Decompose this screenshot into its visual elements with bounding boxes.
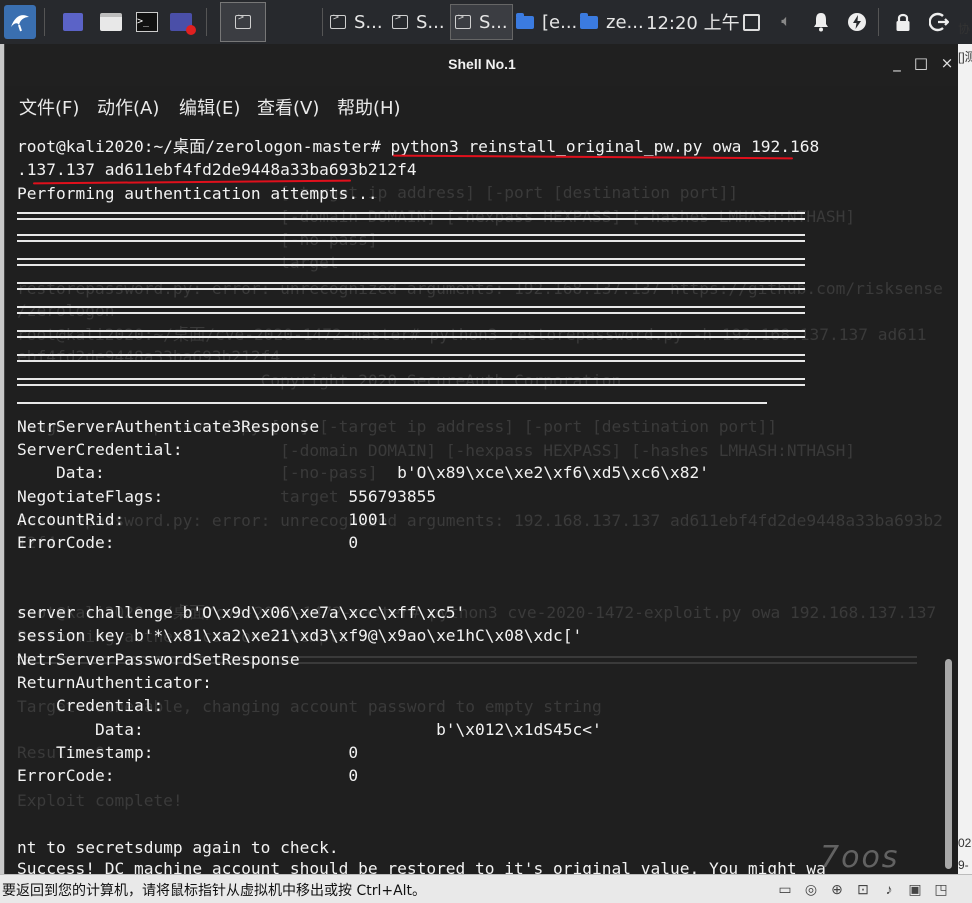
panel-separator bbox=[206, 8, 207, 36]
terminal-icon bbox=[392, 12, 408, 29]
fullscreen-icon[interactable]: ◳ bbox=[932, 880, 950, 898]
output-line: Performing authentication attempts... bbox=[17, 184, 378, 203]
maximize-button[interactable]: □ bbox=[911, 54, 931, 76]
output-line: NegotiateFlags: 556793855 bbox=[17, 487, 437, 506]
lock-icon bbox=[890, 9, 916, 35]
folder-icon bbox=[580, 12, 598, 29]
window-icon bbox=[738, 9, 764, 35]
terminal-icon bbox=[455, 12, 471, 29]
taskbar-item-folder-2[interactable]: ze... bbox=[580, 4, 644, 40]
output-line: AccountRid: 1001 bbox=[17, 510, 388, 529]
background-window-edge bbox=[958, 44, 972, 874]
output-line: session key b'*\x81\xa2\xe21\xd3\xf9@\x9… bbox=[17, 626, 583, 645]
speaker-icon: 🔈︎ bbox=[781, 13, 791, 30]
watermark-logo: 7oos bbox=[820, 840, 900, 875]
terminal-launcher[interactable]: >_ bbox=[134, 0, 160, 44]
taskbar-item-folder-1[interactable]: [e... bbox=[516, 4, 577, 40]
usb-icon[interactable]: ⊡ bbox=[854, 880, 872, 898]
display-icon[interactable]: ▣ bbox=[906, 880, 924, 898]
sound-icon[interactable]: ♪ bbox=[880, 880, 898, 898]
menu-view[interactable]: 查看(V) bbox=[257, 94, 319, 120]
output-line: Timestamp: 0 bbox=[17, 743, 359, 762]
cd-rom-icon[interactable]: ◎ bbox=[802, 880, 820, 898]
panel-separator bbox=[878, 8, 879, 36]
menu-file[interactable]: 文件(F) bbox=[19, 94, 79, 120]
window-titlebar[interactable]: Shell No.1 _ □ × bbox=[5, 44, 959, 86]
terminal-icon bbox=[330, 12, 346, 29]
terminal-output[interactable]: [-target ip address] [-port [destination… bbox=[5, 134, 945, 874]
output-line: ServerCredential: bbox=[17, 440, 183, 459]
recorder-icon bbox=[168, 9, 196, 35]
volume-button[interactable]: 🔈︎ bbox=[773, 0, 799, 44]
output-line: ErrorCode: 0 bbox=[17, 766, 359, 785]
separator-rule bbox=[17, 234, 805, 242]
separator-rule bbox=[17, 258, 805, 266]
lightning-icon bbox=[844, 9, 870, 35]
power-manager-button[interactable] bbox=[844, 0, 870, 44]
file-manager-launcher[interactable] bbox=[98, 0, 124, 44]
taskbar-item-shell-3[interactable]: S... bbox=[450, 4, 513, 40]
folder-icon bbox=[98, 9, 124, 35]
taskbar-item-shell-1[interactable]: S... bbox=[330, 4, 383, 40]
menu-edit[interactable]: 编辑(E) bbox=[179, 94, 240, 120]
bell-icon bbox=[808, 9, 834, 35]
network-icon[interactable]: ⊕ bbox=[828, 880, 846, 898]
output-line: Data: b'O\x89\xce\xe2\xf6\xd5\xc6\x82' bbox=[17, 463, 709, 482]
vm-status-bar: 要返回到您的计算机，请将鼠标指针从虚拟机中移出或按 Ctrl+Alt。 ▭ ◎ … bbox=[0, 874, 972, 903]
workspace-button[interactable] bbox=[738, 0, 764, 44]
output-line: server challenge b'O\x9d\x06\xe7a\xcc\xf… bbox=[17, 603, 466, 622]
show-desktop-button[interactable] bbox=[60, 0, 86, 44]
edge-text: 协 bbox=[958, 22, 971, 36]
lock-screen-button[interactable] bbox=[890, 0, 916, 44]
notifications-button[interactable] bbox=[808, 0, 834, 44]
panel-separator bbox=[322, 8, 323, 36]
status-message: 要返回到您的计算机，请将鼠标指针从虚拟机中移出或按 Ctrl+Alt。 bbox=[2, 883, 427, 899]
folder-icon bbox=[516, 12, 534, 29]
hard-disk-icon[interactable]: ▭ bbox=[776, 880, 794, 898]
logout-button[interactable] bbox=[926, 0, 952, 44]
screen-recorder-launcher[interactable] bbox=[168, 0, 196, 44]
separator-rule bbox=[17, 378, 805, 386]
ghost-line: Exploit complete! bbox=[17, 791, 183, 810]
separator-rule bbox=[17, 402, 767, 405]
clock[interactable]: 12:20 上午 bbox=[646, 4, 740, 40]
close-button[interactable]: × bbox=[937, 54, 957, 76]
kali-dragon-icon bbox=[4, 5, 36, 39]
output-line: Data: b'\x012\x1dS45c<' bbox=[17, 720, 602, 739]
terminal-icon: >_ bbox=[134, 9, 160, 35]
separator-rule bbox=[17, 212, 805, 220]
output-line: ReturnAuthenticator: bbox=[17, 673, 212, 692]
success-line-2: nt to secretsdump again to check. bbox=[17, 838, 339, 857]
command-line-2: .137.137 ad611ebf4fd2de9448a33ba693b212f… bbox=[17, 160, 417, 179]
active-terminal-task[interactable] bbox=[220, 0, 266, 44]
window-title: Shell No.1 bbox=[448, 56, 516, 72]
menu-actions[interactable]: 动作(A) bbox=[97, 94, 159, 120]
logout-icon bbox=[926, 9, 952, 35]
success-line-1: Success! DC machine account should be re… bbox=[17, 859, 826, 874]
terminal-icon bbox=[220, 2, 266, 42]
separator-rule bbox=[17, 354, 805, 362]
top-panel: >_ S... S... S... [e... ze... 12:20 上午 🔈… bbox=[0, 0, 972, 44]
output-line: Credential: bbox=[17, 696, 164, 715]
output-line: NetrServerAuthenticate3Response bbox=[17, 417, 320, 436]
separator-rule bbox=[17, 330, 805, 338]
separator-rule bbox=[17, 282, 805, 290]
edge-text: []测 bbox=[958, 50, 972, 64]
minimize-button[interactable]: _ bbox=[887, 54, 907, 76]
panel-separator bbox=[44, 8, 45, 36]
taskbar-item-shell-2[interactable]: S... bbox=[392, 4, 445, 40]
menu-help[interactable]: 帮助(H) bbox=[337, 94, 401, 120]
output-line: NetrServerPasswordSetResponse bbox=[17, 650, 300, 669]
desktop-icon bbox=[60, 9, 86, 35]
separator-rule bbox=[17, 306, 805, 314]
menu-bar: 文件(F) 动作(A) 编辑(E) 查看(V) 帮助(H) bbox=[5, 86, 959, 126]
kali-menu-button[interactable] bbox=[4, 0, 36, 44]
output-line: ErrorCode: 0 bbox=[17, 533, 359, 552]
edge-text: 02 bbox=[958, 836, 972, 850]
scrollbar-thumb[interactable] bbox=[945, 659, 952, 869]
edge-text: 9- bbox=[958, 858, 969, 872]
terminal-window: Shell No.1 _ □ × 文件(F) 动作(A) 编辑(E) 查看(V)… bbox=[4, 44, 960, 874]
